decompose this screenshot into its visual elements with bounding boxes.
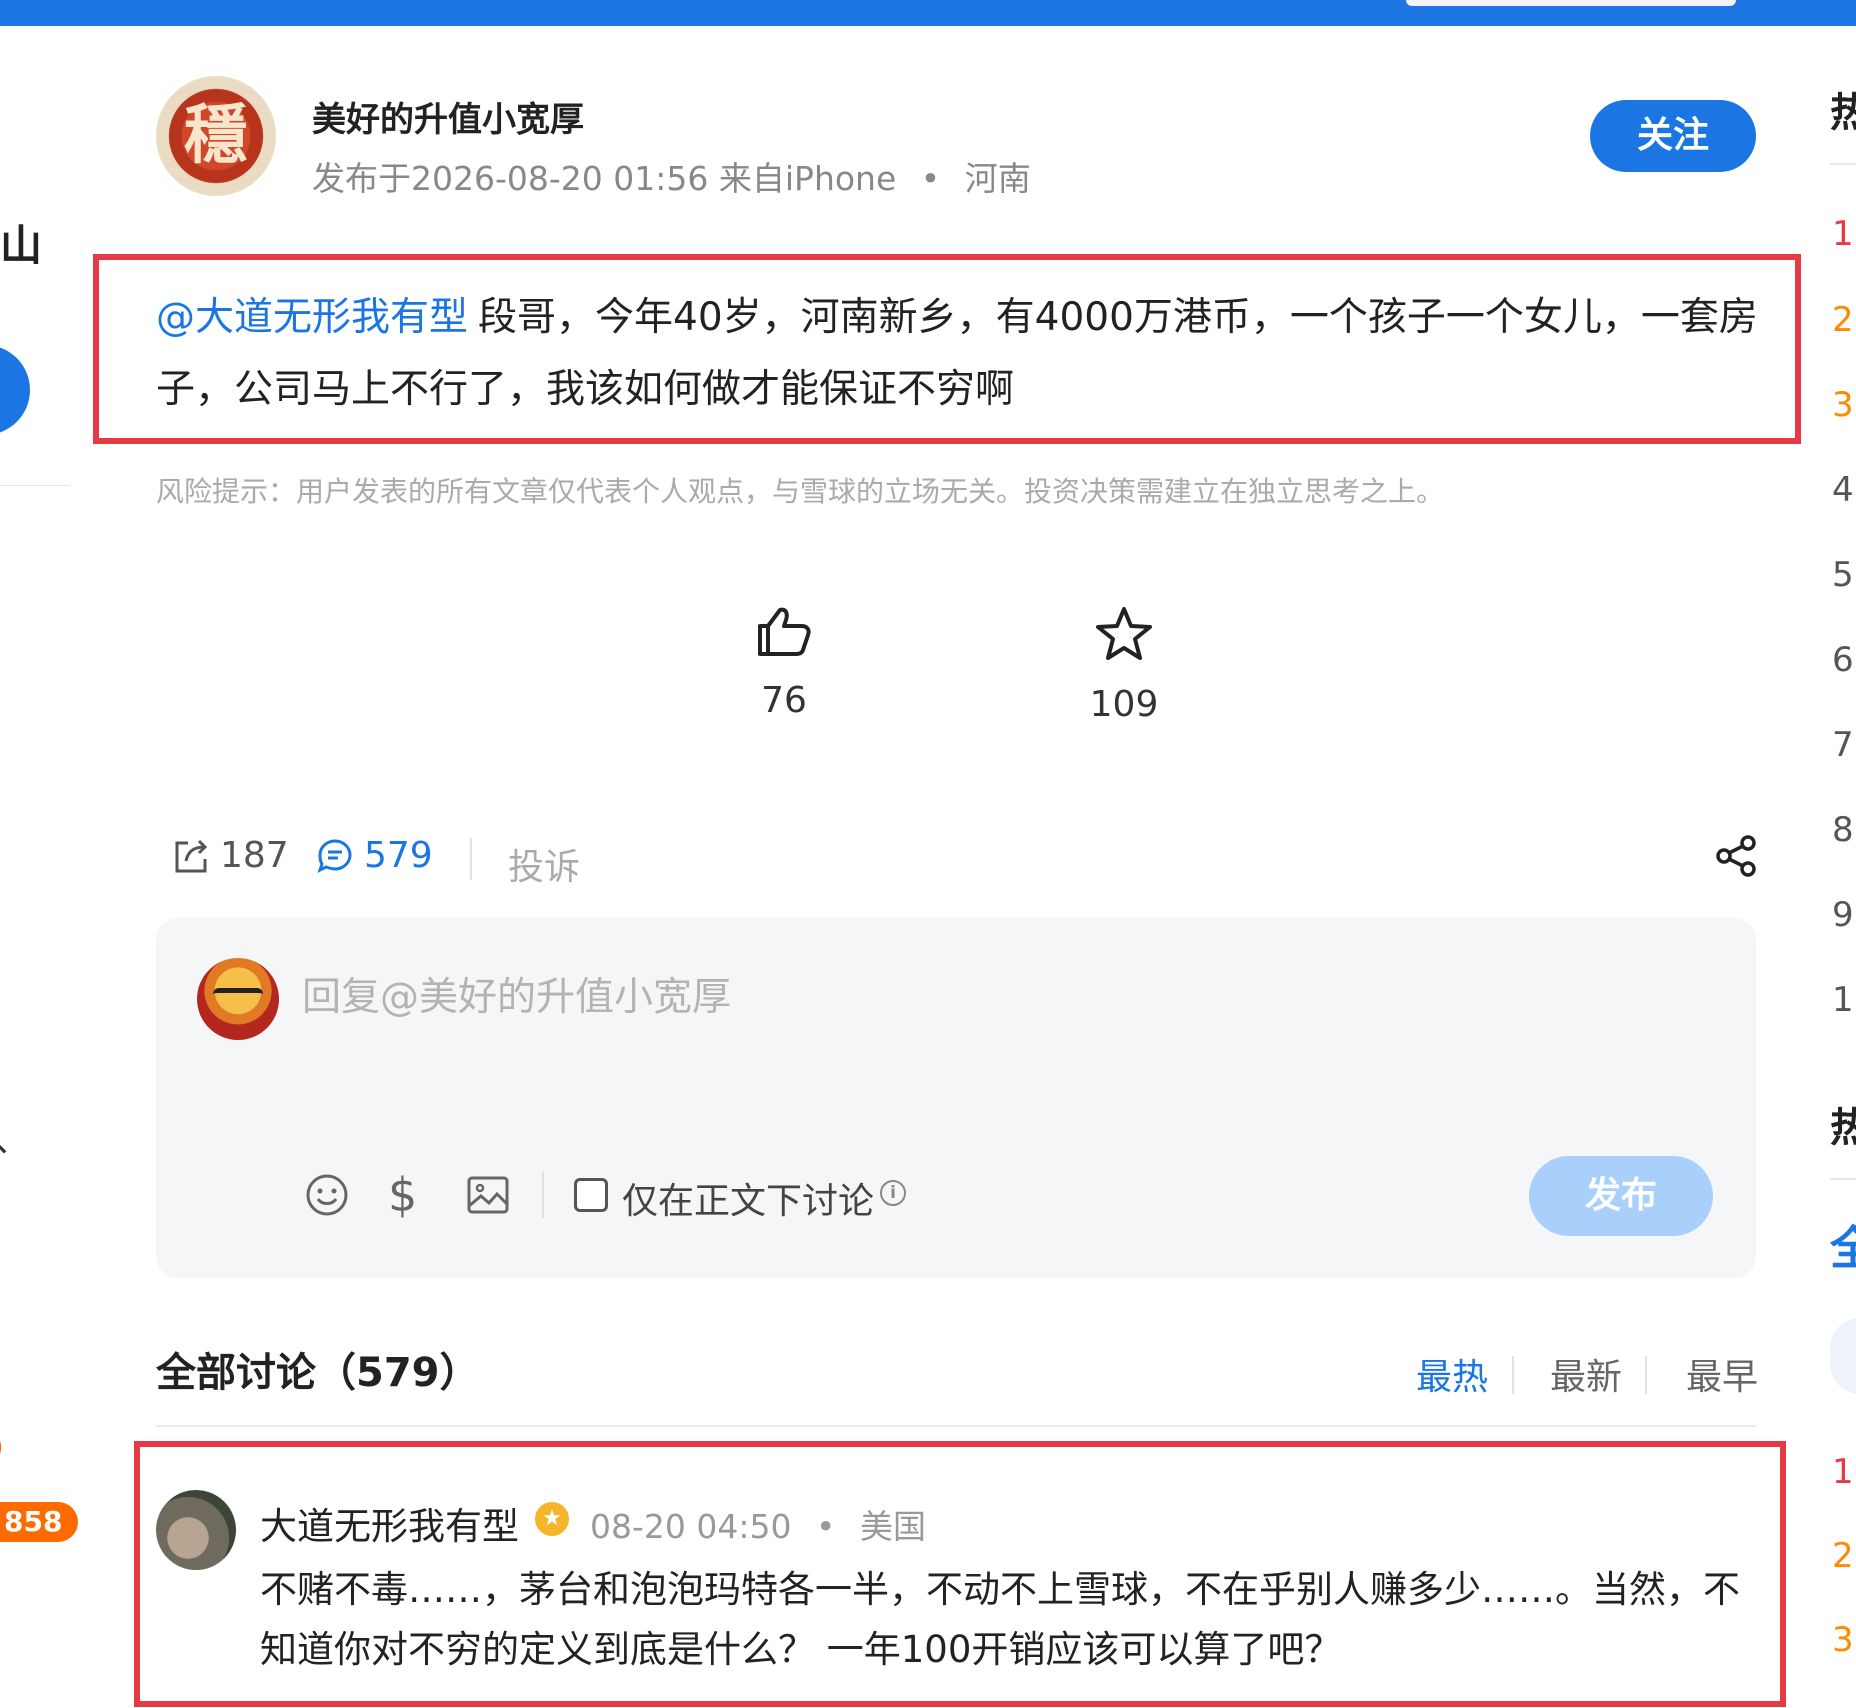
comment-location: 美国 — [859, 1507, 926, 1546]
right-rail-pill[interactable] — [1830, 1318, 1856, 1394]
repost-button[interactable]: 187 — [172, 835, 289, 876]
hot-list-title: 热 — [1830, 90, 1856, 136]
emoji-icon[interactable] — [304, 1172, 350, 1218]
hot-rank[interactable]: 8 — [1832, 810, 1854, 850]
left-rail-badge: 858 — [0, 1502, 79, 1542]
comment-count: 579 — [364, 835, 433, 876]
left-rail-label: 山 — [0, 221, 43, 270]
hot-rank[interactable]: 4 — [1832, 470, 1854, 510]
hot-rank[interactable]: 5 — [1832, 555, 1854, 595]
hot-rank[interactable]: 2 — [1832, 1536, 1854, 1576]
hot-rank[interactable]: 3 — [1832, 385, 1854, 425]
post-body: @大道无形我有型 段哥，今年40岁，河南新乡，有4000万港币，一个孩子一个女儿，… — [156, 282, 1776, 426]
toolbar-divider — [542, 1172, 544, 1218]
favorite-button[interactable]: 109 — [1049, 606, 1199, 725]
left-rail-button[interactable] — [0, 345, 30, 435]
sort-divider — [1645, 1356, 1647, 1394]
hot-rank[interactable]: 1( — [1832, 980, 1856, 1020]
hot-rank[interactable]: 3 — [1832, 1620, 1854, 1660]
share-icon[interactable] — [1714, 834, 1758, 878]
dollar-icon[interactable]: $ — [388, 1168, 417, 1222]
post-mention-link[interactable]: @大道无形我有型 — [156, 295, 468, 340]
hot-rank[interactable]: 6 — [1832, 640, 1854, 680]
sort-early-tab[interactable]: 最早 — [1686, 1348, 1758, 1400]
author-avatar[interactable]: 穩 — [156, 76, 276, 196]
discussion-title: 全部讨论（579） — [156, 1350, 480, 1396]
repost-count: 187 — [220, 835, 289, 876]
follow-button[interactable]: 关注 — [1590, 100, 1756, 172]
left-rail-fragment: 、 — [0, 1110, 30, 1162]
search-bar[interactable] — [1406, 0, 1736, 6]
comment-meta: 08-20 04:50 • 美国 — [590, 1500, 926, 1548]
author-name[interactable]: 美好的升值小宽厚 — [312, 92, 584, 141]
commenter-name[interactable]: 大道无形我有型 — [260, 1496, 519, 1550]
hot-rank[interactable]: 7 — [1832, 725, 1854, 765]
favorite-count: 109 — [1089, 684, 1159, 725]
commenter-avatar[interactable] — [156, 1490, 236, 1570]
like-button[interactable]: 76 — [709, 606, 859, 721]
info-icon[interactable]: i — [880, 1180, 906, 1206]
discussion-divider — [156, 1425, 1756, 1427]
avatar-seal-icon: 穩 — [184, 98, 248, 173]
hot-rank[interactable]: 1 — [1832, 1452, 1854, 1492]
risk-notice: 风险提示：用户发表的所有文章仅代表个人观点，与雪球的立场无关。投资决策需建立在独… — [156, 475, 1445, 508]
vip-badge-icon: ★ — [535, 1502, 569, 1536]
meta-separator: • — [815, 1507, 836, 1546]
comment-time: 08-20 04:50 — [590, 1507, 792, 1546]
like-count: 76 — [761, 680, 807, 721]
left-rail-fragment: ) — [0, 1430, 4, 1465]
sort-divider — [1512, 1356, 1514, 1394]
comment-text: 不赌不毒……，茅台和泡泡玛特各一半，不动不上雪球，不在乎别人赚多少……。当然，不… — [260, 1568, 1740, 1671]
sort-new-tab[interactable]: 最新 — [1550, 1348, 1622, 1400]
hot-rank[interactable]: 2 — [1832, 300, 1854, 340]
comment-button[interactable]: 579 — [316, 835, 433, 876]
hot-list-divider — [1830, 163, 1856, 165]
hot-rank[interactable]: 1 — [1832, 214, 1854, 254]
post-meta: 发布于2026-08-20 01:56 来自iPhone • 河南 — [312, 152, 1031, 200]
only-body-checkbox[interactable] — [574, 1178, 608, 1212]
hot-list-divider — [1830, 1178, 1856, 1180]
top-navbar — [0, 0, 1856, 26]
post-location: 河南 — [964, 159, 1031, 198]
meta-separator: • — [920, 159, 941, 198]
publish-time: 发布于2026-08-20 01:56 — [312, 159, 709, 198]
image-icon[interactable] — [465, 1172, 511, 1218]
only-body-label[interactable]: 仅在正文下讨论 — [622, 1172, 874, 1224]
star-icon — [1096, 607, 1152, 660]
left-rail-divider — [0, 485, 70, 486]
repost-icon — [175, 839, 208, 872]
publish-button[interactable]: 发布 — [1529, 1156, 1713, 1236]
hot-rank[interactable]: 9 — [1832, 895, 1854, 935]
report-link[interactable]: 投诉 — [508, 838, 580, 890]
reply-input[interactable]: 回复@美好的升值小宽厚 — [302, 966, 731, 1022]
sort-hot-tab[interactable]: 最热 — [1416, 1348, 1488, 1400]
comment-icon — [317, 838, 352, 873]
stats-divider — [470, 838, 472, 880]
thumbs-up-icon — [758, 607, 811, 656]
right-rail-tab[interactable]: 全 — [1830, 1212, 1856, 1278]
my-avatar — [197, 958, 279, 1040]
post-source: 来自iPhone — [718, 159, 897, 198]
hot-list-title: 热 — [1830, 1105, 1856, 1151]
